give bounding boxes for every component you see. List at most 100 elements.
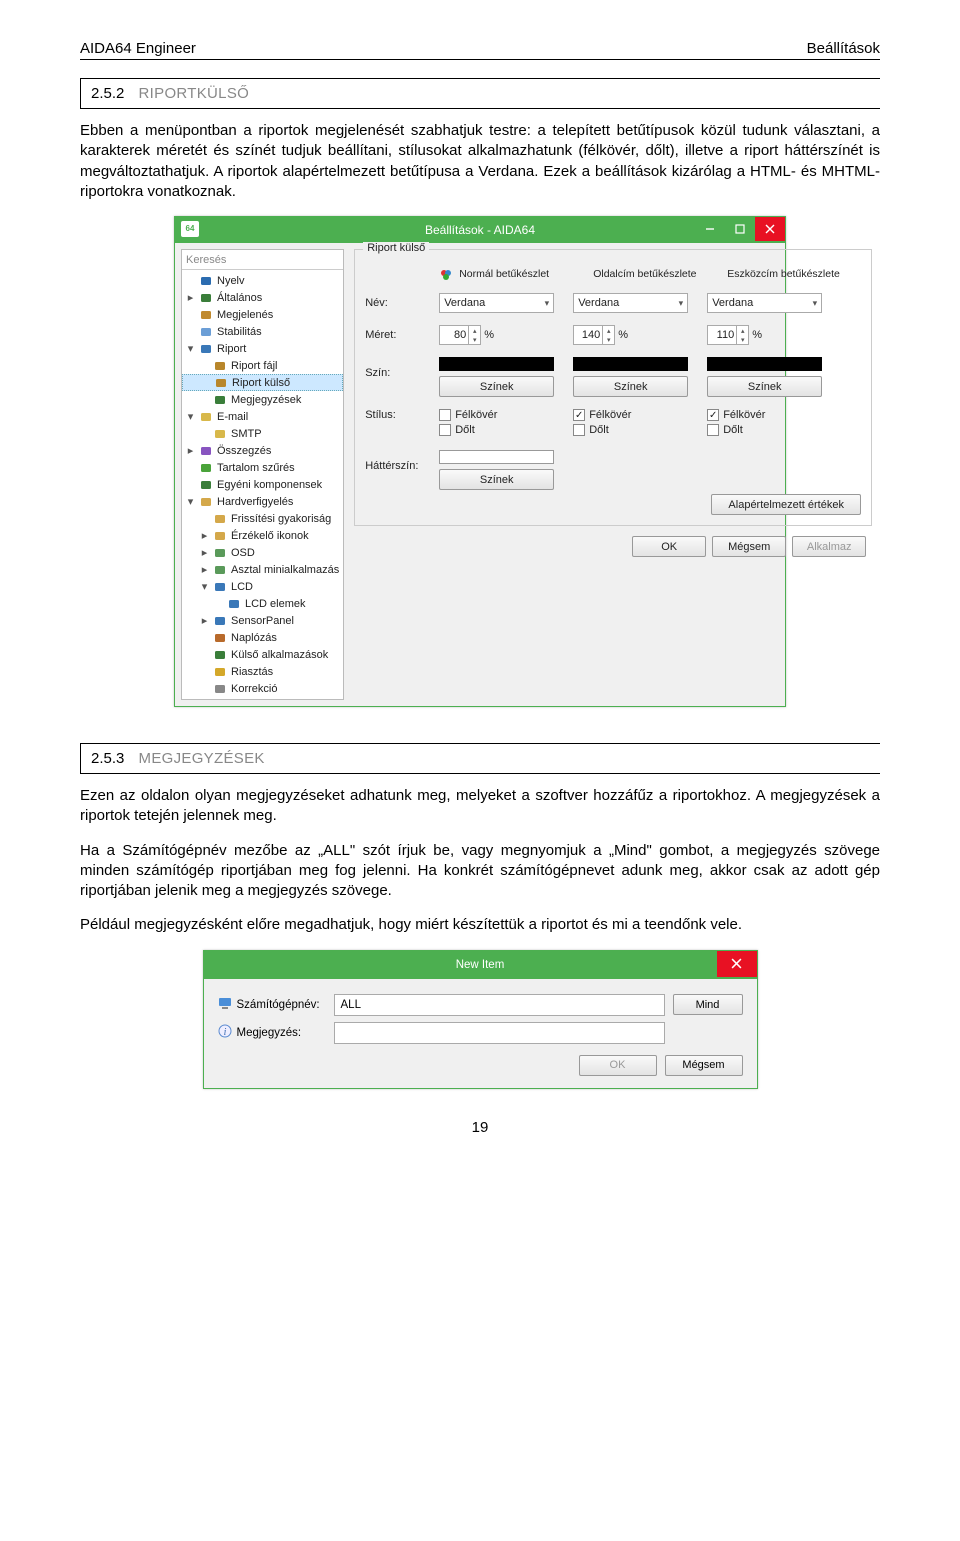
close-icon[interactable] xyxy=(755,217,785,241)
tree-item-riport-f-jl[interactable]: Riport fájl xyxy=(182,357,343,374)
tree-item-label: SMTP xyxy=(231,428,262,440)
defaults-button[interactable]: Alapértelmezett értékek xyxy=(711,494,861,515)
italic-checkbox-normal[interactable]: Dőlt xyxy=(439,424,475,436)
font-select-page[interactable]: Verdana▾ xyxy=(573,293,688,313)
tree-item-nyelv[interactable]: Nyelv xyxy=(182,272,343,289)
tree-node-icon xyxy=(199,342,213,356)
tree-item-label: Egyéni komponensek xyxy=(217,479,322,491)
tree-item-label: Általános xyxy=(217,292,262,304)
tree-item-label: Külső alkalmazások xyxy=(231,649,328,661)
preferences-window: 64 Beállítások - AIDA64 Keresés Nyelv ▸ Ál… xyxy=(174,216,786,707)
maximize-icon[interactable] xyxy=(725,217,755,241)
tree-item-label: Hardverfigyelés xyxy=(217,496,293,508)
tree-caret-icon: ▸ xyxy=(186,291,195,304)
window-titlebar[interactable]: 64 Beállítások - AIDA64 xyxy=(175,217,785,243)
dialog-titlebar[interactable]: New Item xyxy=(204,951,757,979)
tree-item-e-mail[interactable]: ▾E-mail xyxy=(182,408,343,425)
groupbox-legend: Riport külső xyxy=(363,242,429,254)
bg-color-label: Háttérszín: xyxy=(365,450,439,472)
tree-item-hardverfigyel-s[interactable]: ▾Hardverfigyelés xyxy=(182,493,343,510)
section-title: RIPORTKÜLSŐ xyxy=(139,85,250,102)
tree-item-label: Naplózás xyxy=(231,632,277,644)
search-input[interactable]: Keresés xyxy=(182,250,343,270)
tree-item-riaszt-s[interactable]: Riasztás xyxy=(182,663,343,680)
ok-button[interactable]: OK xyxy=(579,1055,657,1076)
tree-item-lcd-elemek[interactable]: LCD elemek xyxy=(182,595,343,612)
tree-node-icon xyxy=(199,308,213,322)
tree-item-label: Korrekció xyxy=(231,683,277,695)
tree-item-sensorpanel[interactable]: ▸ SensorPanel xyxy=(182,612,343,629)
font-select-device[interactable]: Verdana▾ xyxy=(707,293,822,313)
tree-item-napl-z-s[interactable]: Naplózás xyxy=(182,629,343,646)
note-input[interactable] xyxy=(334,1022,665,1044)
col-header-normal: Normál betűkészlet xyxy=(459,268,593,285)
close-icon[interactable] xyxy=(717,951,757,977)
pc-name-input[interactable]: ALL xyxy=(334,994,665,1016)
colors-button-page[interactable]: Színek xyxy=(573,376,688,397)
tree-caret-icon: ▸ xyxy=(200,529,209,542)
font-size-label: Méret: xyxy=(365,329,439,341)
tree-item-label: LCD elemek xyxy=(245,598,306,610)
colors-button-normal[interactable]: Színek xyxy=(439,376,554,397)
bold-checkbox-device[interactable]: ✓Félkövér xyxy=(707,409,765,421)
paragraph-4: Például megjegyzésként előre megadhatjuk… xyxy=(80,915,880,935)
size-spin-normal[interactable]: 80▴▾ xyxy=(439,325,481,345)
tree-item-k-ls-alkalmaz-sok[interactable]: Külső alkalmazások xyxy=(182,646,343,663)
pc-name-label: Számítógépnév: xyxy=(218,996,326,1013)
tree-item-asztal-minialkalmaz-s[interactable]: ▸Asztal minialkalmazás xyxy=(182,561,343,578)
tree-caret-icon: ▾ xyxy=(186,342,195,355)
tree-node-icon xyxy=(213,512,227,526)
tree-item-label: Frissítési gyakoriság xyxy=(231,513,331,525)
minimize-icon[interactable] xyxy=(695,217,725,241)
font-select-normal[interactable]: Verdana▾ xyxy=(439,293,554,313)
tree-item-smtp[interactable]: SMTP xyxy=(182,425,343,442)
apply-button[interactable]: Alkalmaz xyxy=(792,536,866,557)
tree-item-riport-k-ls-[interactable]: Riport külső xyxy=(182,374,343,391)
all-button[interactable]: Mind xyxy=(673,994,743,1015)
bold-checkbox-page[interactable]: ✓Félkövér xyxy=(573,409,631,421)
bg-color-swatch xyxy=(439,450,554,464)
tree-node-icon xyxy=(199,274,213,288)
tree-item-lcd[interactable]: ▾LCD xyxy=(182,578,343,595)
bold-checkbox-normal[interactable]: Félkövér xyxy=(439,409,497,421)
tree-caret-icon: ▸ xyxy=(200,614,209,627)
tree-item-megjegyz-sek[interactable]: Megjegyzések xyxy=(182,391,343,408)
window-title: Beállítások - AIDA64 xyxy=(425,223,535,237)
tree-item-label: Megjegyzések xyxy=(231,394,301,406)
tree-item-label: LCD xyxy=(231,581,253,593)
tree-item-osd[interactable]: ▸OSD xyxy=(182,544,343,561)
tree-item-riport[interactable]: ▾Riport xyxy=(182,340,343,357)
colors-button-device[interactable]: Színek xyxy=(707,376,822,397)
color-swatch-page xyxy=(573,357,688,371)
tree-item-stabilit-s[interactable]: Stabilitás xyxy=(182,323,343,340)
italic-checkbox-device[interactable]: Dőlt xyxy=(707,424,743,436)
tree-node-icon xyxy=(227,597,241,611)
tree-item-megjelen-s[interactable]: Megjelenés xyxy=(182,306,343,323)
tree-item--sszegz-s[interactable]: ▸Összegzés xyxy=(182,442,343,459)
italic-checkbox-page[interactable]: Dőlt xyxy=(573,424,609,436)
ok-button[interactable]: OK xyxy=(632,536,706,557)
header-right: Beállítások xyxy=(807,40,880,57)
tree-item-label: SensorPanel xyxy=(231,615,294,627)
cancel-button[interactable]: Mégsem xyxy=(712,536,786,557)
appearance-icon xyxy=(439,273,453,285)
tree-item-friss-t-si-gyakoris-g[interactable]: Frissítési gyakoriság xyxy=(182,510,343,527)
tree-item-korrekci-[interactable]: Korrekció xyxy=(182,680,343,697)
tree-caret-icon: ▸ xyxy=(186,444,195,457)
tree-item--ltal-nos[interactable]: ▸ Általános xyxy=(182,289,343,306)
page-header: AIDA64 Engineer Beállítások xyxy=(80,40,880,60)
tree-item-egy-ni-komponensek[interactable]: Egyéni komponensek xyxy=(182,476,343,493)
tree-node-icon xyxy=(213,580,227,594)
tree-item-label: Megjelenés xyxy=(217,309,273,321)
size-spin-page[interactable]: 140▴▾ xyxy=(573,325,615,345)
info-icon: i xyxy=(218,1024,232,1041)
tree-item-tartalom-sz-r-s[interactable]: Tartalom szűrés xyxy=(182,459,343,476)
tree-node-icon xyxy=(213,614,227,628)
cancel-button[interactable]: Mégsem xyxy=(665,1055,743,1076)
tree-item--rz-kel-ikonok[interactable]: ▸Érzékelő ikonok xyxy=(182,527,343,544)
paragraph-2: Ezen az oldalon olyan megjegyzéseket adh… xyxy=(80,786,880,827)
col-header-page: Oldalcím betűkészlete xyxy=(593,268,727,285)
size-spin-device[interactable]: 110▴▾ xyxy=(707,325,749,345)
bg-colors-button[interactable]: Színek xyxy=(439,469,554,490)
section-heading-2: 2.5.3 MEGJEGYZÉSEK xyxy=(80,743,880,774)
